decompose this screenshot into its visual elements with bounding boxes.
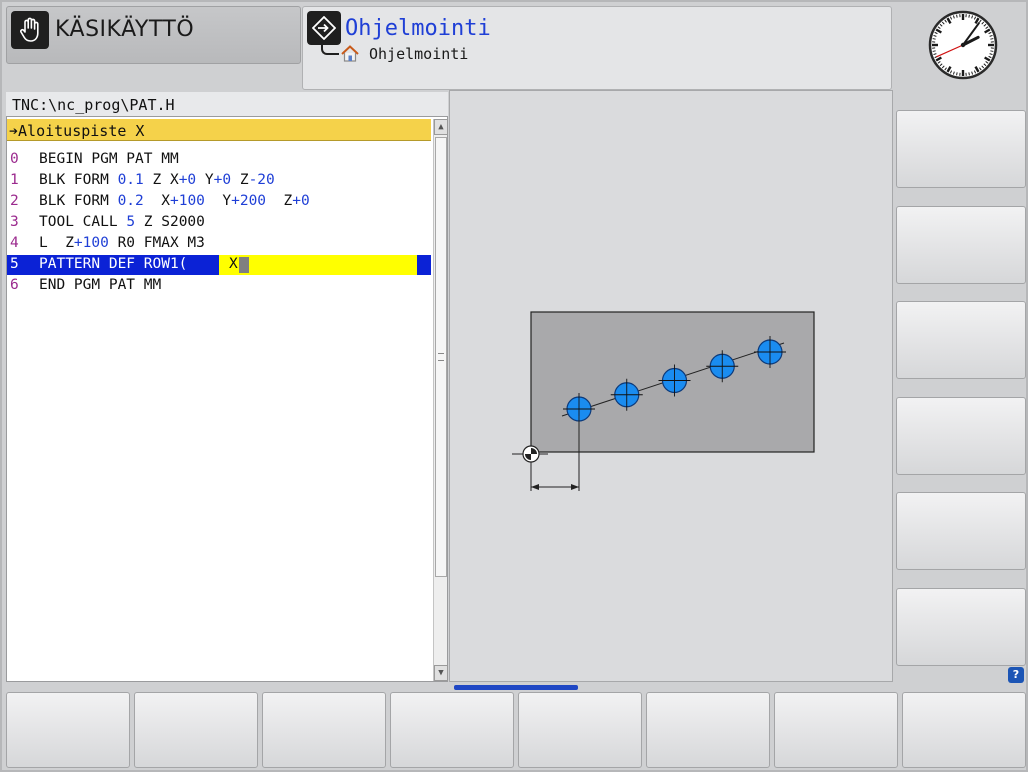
pattern-row-graphic xyxy=(512,311,815,491)
line-number: 1 xyxy=(10,172,19,188)
mode-tab-programming[interactable]: Ohjelmointi Ohjelmointi xyxy=(302,6,892,90)
horizontal-softkey[interactable] xyxy=(646,692,770,768)
line-code: PATTERN DEF ROW1( xyxy=(39,256,188,272)
program-line[interactable]: 3 TOOL CALL 5 Z S2000 xyxy=(7,213,431,233)
program-path: TNC:\nc_prog\PAT.H xyxy=(12,96,175,114)
mode-tab-manual[interactable]: KÄSIKÄYTTÖ xyxy=(6,6,301,64)
line-number: 5 xyxy=(10,256,19,272)
line-code: BLK FORM 0.1 Z X+0 Y+0 Z-20 xyxy=(39,172,275,188)
scroll-thumb[interactable] xyxy=(435,137,447,577)
program-line[interactable]: 1 BLK FORM 0.1 Z X+0 Y+0 Z-20 xyxy=(7,171,431,191)
scroll-up-icon[interactable]: ▲ xyxy=(434,119,448,135)
program-line-active[interactable]: 5 PATTERN DEF ROW1( X xyxy=(7,255,431,275)
line-code: BEGIN PGM PAT MM xyxy=(39,151,179,167)
vertical-softkey[interactable] xyxy=(896,205,1026,284)
hand-icon xyxy=(11,11,49,49)
line-number: 6 xyxy=(10,277,19,293)
program-line[interactable]: 2 BLK FORM 0.2 X+100 Y+200 Z+0 xyxy=(7,192,431,212)
program-line[interactable]: 6 END PGM PAT MM xyxy=(7,276,431,296)
vertical-softkey[interactable] xyxy=(896,110,1026,188)
vertical-softkey[interactable] xyxy=(896,396,1026,475)
dialog-prompt: ➔Aloituspiste X xyxy=(7,119,431,141)
mode-title: Ohjelmointi xyxy=(345,16,491,41)
mode-subtitle: Ohjelmointi xyxy=(369,45,469,63)
clock-icon xyxy=(928,10,998,80)
horizontal-softkey[interactable] xyxy=(774,692,898,768)
horizontal-softkey[interactable] xyxy=(390,692,514,768)
program-path-bar: TNC:\nc_prog\PAT.H xyxy=(6,92,448,116)
horizontal-softkey[interactable] xyxy=(6,692,130,768)
softkey-bar xyxy=(6,690,1026,770)
input-field-x[interactable]: X xyxy=(229,256,238,272)
program-icon xyxy=(307,11,341,45)
line-number: 0 xyxy=(10,151,19,167)
home-icon xyxy=(341,45,359,62)
editor-scrollbar[interactable]: ▲ ▼ xyxy=(433,119,448,681)
help-icon[interactable]: ? xyxy=(1008,667,1024,683)
line-number: 4 xyxy=(10,235,19,251)
horizontal-softkey[interactable] xyxy=(518,692,642,768)
program-line[interactable]: 0 BEGIN PGM PAT MM xyxy=(7,150,431,170)
help-graphic-panel xyxy=(449,90,893,682)
program-editor[interactable]: ➔Aloituspiste X 0 BEGIN PGM PAT MM 1 BLK FO… xyxy=(6,116,448,682)
text-cursor xyxy=(239,257,249,273)
horizontal-softkey[interactable] xyxy=(902,692,1026,768)
tree-connector xyxy=(321,43,339,55)
line-code: L Z+100 R0 FMAX M3 xyxy=(39,235,205,251)
tnc-screen: KÄSIKÄYTTÖ Ohjelmointi Ohjelmointi TNC:\… xyxy=(0,0,1028,772)
vertical-softkey[interactable] xyxy=(896,301,1026,379)
mode-tab-manual-label: KÄSIKÄYTTÖ xyxy=(55,17,195,42)
horizontal-softkey[interactable] xyxy=(134,692,258,768)
program-line[interactable]: 4 L Z+100 R0 FMAX M3 xyxy=(7,234,431,254)
line-number: 3 xyxy=(10,214,19,230)
line-code: BLK FORM 0.2 X+100 Y+200 Z+0 xyxy=(39,193,310,209)
line-code: TOOL CALL 5 Z S2000 xyxy=(39,214,205,230)
vertical-softkey[interactable] xyxy=(896,492,1026,570)
line-code: END PGM PAT MM xyxy=(39,277,162,293)
dialog-prompt-text: ➔Aloituspiste X xyxy=(9,122,145,140)
line-number: 2 xyxy=(10,193,19,209)
vertical-softkey[interactable] xyxy=(896,587,1026,666)
scroll-down-icon[interactable]: ▼ xyxy=(434,665,448,681)
horizontal-softkey[interactable] xyxy=(262,692,386,768)
